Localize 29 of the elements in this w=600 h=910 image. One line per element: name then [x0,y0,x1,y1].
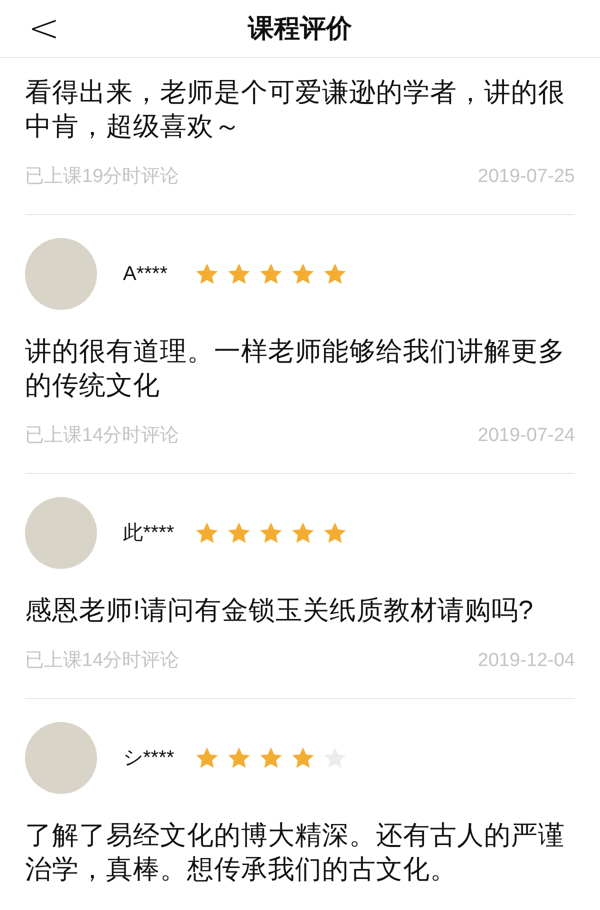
review-meta: 已上课14分时评论 [25,649,180,673]
review-date: 2019-12-04 [478,649,575,673]
review-text: 感恩老师!请问有金锁玉关纸质教材请购吗? [25,594,534,627]
review-meta: 已上课14分时评论 [25,424,180,448]
star-icon [227,262,251,286]
star-icon [259,521,283,545]
star-icon [227,521,251,545]
user-name: A**** [123,262,168,287]
page-title: 课程评价 [248,12,352,45]
star-icon [259,746,283,770]
review-text: 看得出来，老师是个可爱谦逊的学者，讲的很中肯，超级喜欢～ [25,76,566,143]
review-date: 2019-07-24 [478,424,575,448]
star-icon [291,521,315,545]
user-name: 此**** [123,521,176,546]
user-name: シ**** [123,746,176,771]
review-text: 讲的很有道理。一样老师能够给我们讲解更多的传统文化 [25,335,566,402]
star-icon [323,521,347,545]
star-icon [291,262,315,286]
star-icon [195,746,219,770]
star-icon [195,521,219,545]
review-meta: 已上课19分时评论 [25,165,180,189]
star-icon [227,746,251,770]
star-icon [259,262,283,286]
back-button[interactable]: < [28,6,60,50]
star-icon [291,746,315,770]
star-icon [323,262,347,286]
review-date: 2019-07-25 [478,165,575,189]
review-text: 了解了易经文化的博大精深。还有古人的严谨治学，真棒。想传承我们的古文化。 [25,819,566,886]
star-icon [195,262,219,286]
